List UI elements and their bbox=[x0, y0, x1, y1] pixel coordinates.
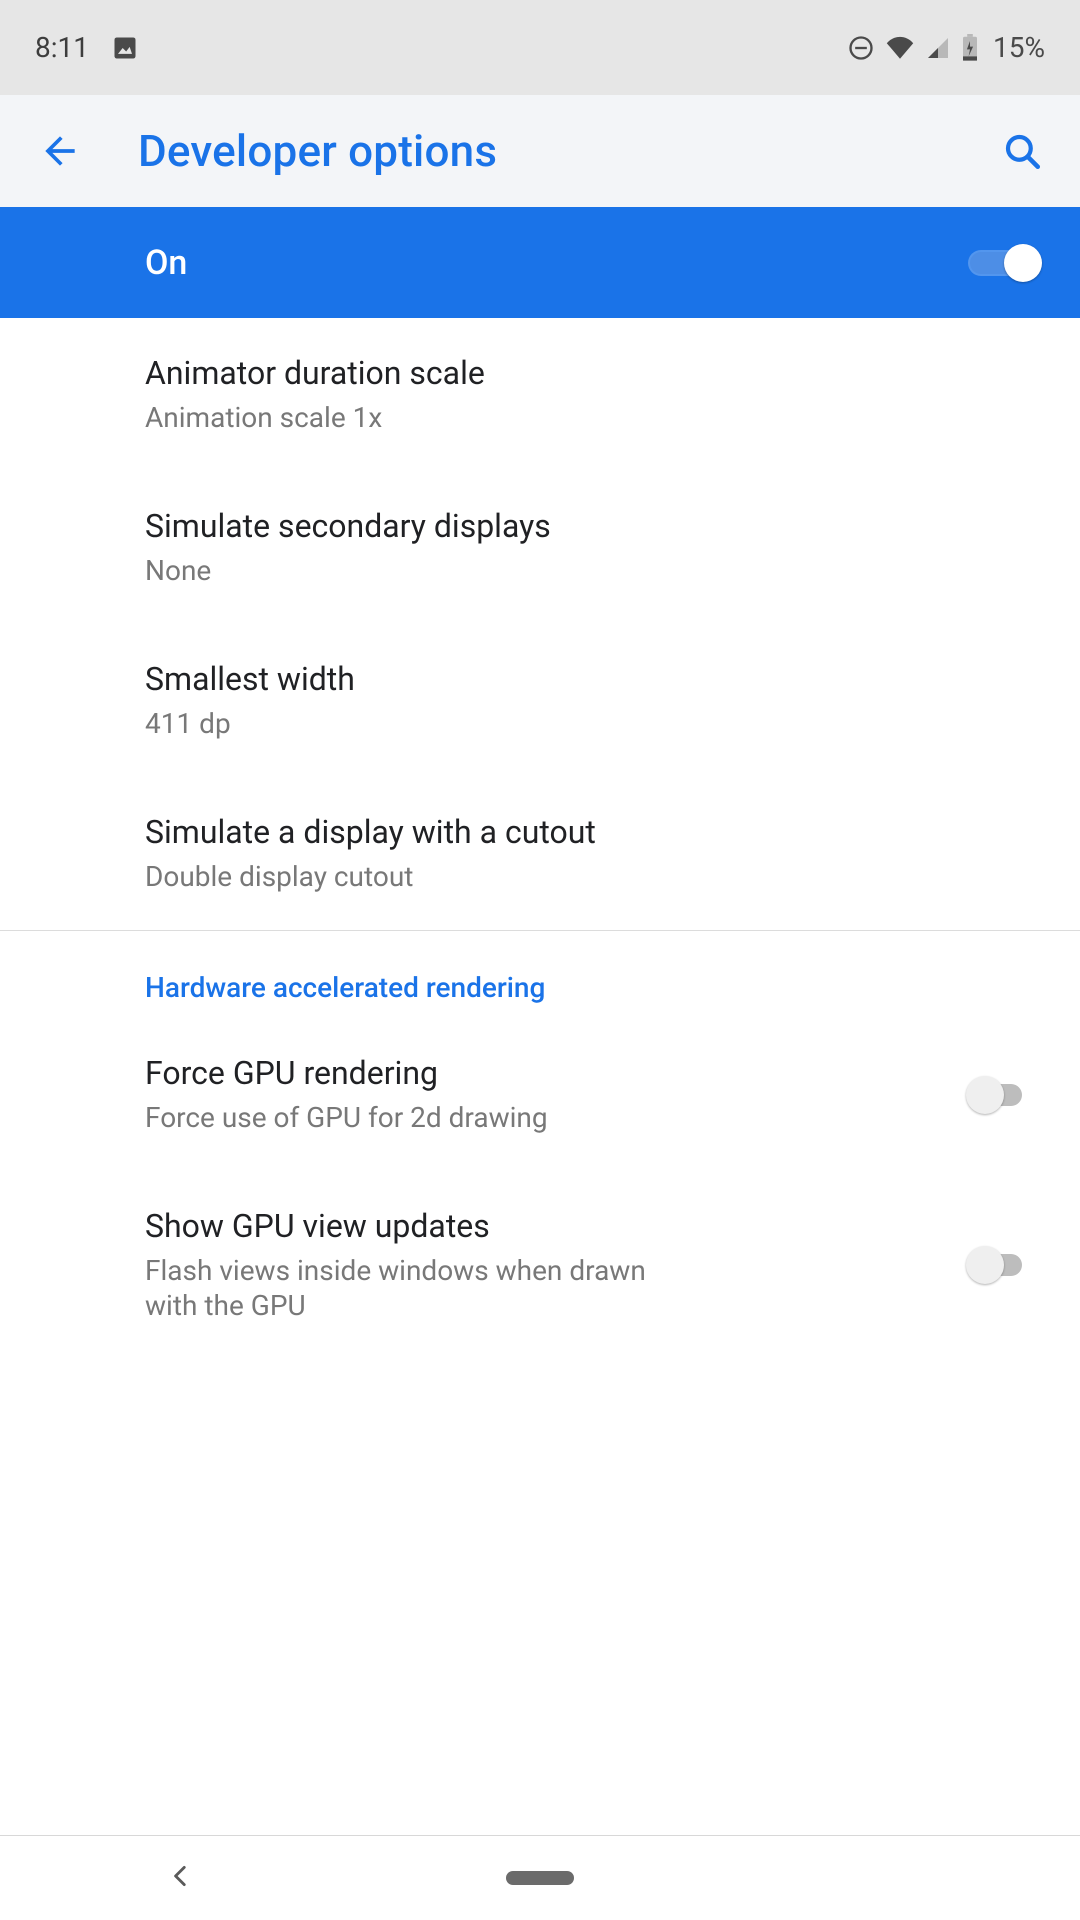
setting-show-gpu-view-updates[interactable]: Show GPU view updates Flash views inside… bbox=[0, 1171, 1080, 1333]
page-title: Developer options bbox=[138, 125, 994, 177]
status-left: 8:11 bbox=[35, 31, 139, 64]
setting-subtitle: None bbox=[145, 553, 551, 588]
battery-icon bbox=[961, 34, 979, 62]
toggle-show-gpu-view-updates[interactable] bbox=[970, 1245, 1038, 1285]
screenshot-notification-icon bbox=[111, 34, 139, 62]
app-bar: Developer options bbox=[0, 95, 1080, 207]
setting-title: Simulate secondary displays bbox=[145, 507, 551, 545]
setting-subtitle: 411 dp bbox=[145, 706, 355, 741]
nav-back-button[interactable] bbox=[168, 1863, 194, 1893]
toggle-force-gpu[interactable] bbox=[970, 1075, 1038, 1115]
setting-subtitle: Force use of GPU for 2d drawing bbox=[145, 1100, 548, 1135]
setting-title: Show GPU view updates bbox=[145, 1207, 705, 1245]
setting-title: Force GPU rendering bbox=[145, 1054, 548, 1092]
setting-title: Smallest width bbox=[145, 660, 355, 698]
setting-simulate-secondary-displays[interactable]: Simulate secondary displays None bbox=[0, 471, 1080, 624]
back-button[interactable] bbox=[30, 121, 90, 181]
battery-percent: 15% bbox=[993, 31, 1045, 64]
setting-subtitle: Animation scale 1x bbox=[145, 400, 485, 435]
status-bar: 8:11 15% bbox=[0, 0, 1080, 95]
setting-subtitle: Flash views inside windows when drawn wi… bbox=[145, 1253, 705, 1323]
cell-signal-icon bbox=[925, 36, 951, 60]
setting-simulate-display-cutout[interactable]: Simulate a display with a cutout Double … bbox=[0, 777, 1080, 930]
master-toggle-switch[interactable] bbox=[970, 243, 1038, 283]
master-toggle-label: On bbox=[145, 243, 187, 283]
setting-force-gpu-rendering[interactable]: Force GPU rendering Force use of GPU for… bbox=[0, 1018, 1080, 1171]
screen-root: 8:11 15% Developer options bbox=[0, 0, 1080, 1920]
settings-list: Animator duration scale Animation scale … bbox=[0, 318, 1080, 1333]
status-right: 15% bbox=[847, 31, 1045, 64]
navigation-bar bbox=[0, 1835, 1080, 1920]
status-time: 8:11 bbox=[35, 31, 89, 64]
search-button[interactable] bbox=[994, 123, 1050, 179]
setting-animator-duration-scale[interactable]: Animator duration scale Animation scale … bbox=[0, 318, 1080, 471]
nav-home-pill[interactable] bbox=[506, 1871, 574, 1885]
setting-title: Simulate a display with a cutout bbox=[145, 813, 596, 851]
do-not-disturb-icon bbox=[847, 34, 875, 62]
setting-title: Animator duration scale bbox=[145, 354, 485, 392]
section-header-hw-accel: Hardware accelerated rendering bbox=[0, 931, 1080, 1018]
setting-smallest-width[interactable]: Smallest width 411 dp bbox=[0, 624, 1080, 777]
wifi-icon bbox=[885, 36, 915, 60]
master-toggle-bar[interactable]: On bbox=[0, 207, 1080, 318]
setting-subtitle: Double display cutout bbox=[145, 859, 596, 894]
